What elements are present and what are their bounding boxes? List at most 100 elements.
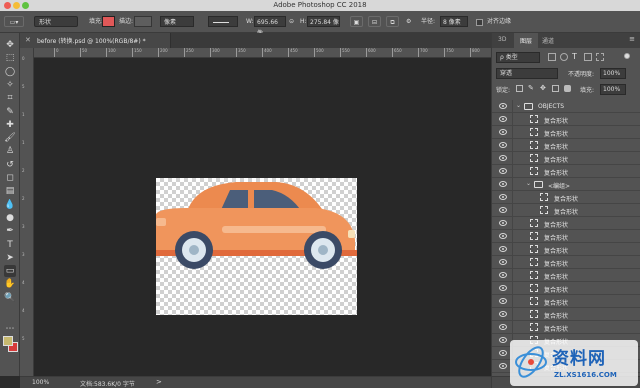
expand-chevron-icon[interactable]: ⌄ bbox=[516, 102, 521, 109]
visibility-eye-icon[interactable] bbox=[499, 103, 507, 109]
type-filter-icon[interactable]: T bbox=[572, 53, 580, 61]
fill-color-swatch[interactable] bbox=[102, 16, 115, 27]
visibility-eye-icon[interactable] bbox=[499, 155, 507, 161]
layer-row[interactable]: 复合形状 bbox=[492, 165, 640, 178]
visibility-eye-icon[interactable] bbox=[499, 142, 507, 148]
visibility-eye-icon[interactable] bbox=[499, 259, 507, 265]
visibility-eye-icon[interactable] bbox=[499, 181, 507, 187]
zoom-tool-icon[interactable]: 🔍 bbox=[4, 292, 16, 304]
visibility-eye-icon[interactable] bbox=[499, 350, 507, 356]
tab-channels[interactable]: 通道 bbox=[542, 36, 554, 45]
lock-pixels-icon[interactable]: ✎ bbox=[528, 85, 535, 92]
rectangle-tool-icon[interactable]: ▭ bbox=[4, 265, 16, 278]
tool-preset-picker[interactable]: ▭▾ bbox=[4, 16, 24, 27]
link-icon[interactable]: ⊝ bbox=[289, 16, 297, 27]
fill-opacity-field[interactable]: 100% bbox=[600, 84, 626, 95]
visibility-eye-icon[interactable] bbox=[499, 168, 507, 174]
magic-wand-tool-icon[interactable]: ✧ bbox=[4, 79, 16, 91]
visibility-eye-icon[interactable] bbox=[499, 324, 507, 330]
shape-filter-icon[interactable] bbox=[584, 53, 592, 61]
layer-group-row[interactable]: ⌄ <编组> bbox=[492, 178, 640, 191]
history-brush-tool-icon[interactable]: ↺ bbox=[4, 159, 16, 171]
layer-row[interactable]: 复合形状 bbox=[492, 204, 640, 217]
visibility-eye-icon[interactable] bbox=[499, 233, 507, 239]
layer-row[interactable]: 复合形状 bbox=[492, 230, 640, 243]
visibility-eye-icon[interactable] bbox=[499, 246, 507, 252]
layer-row[interactable]: 复合形状 bbox=[492, 321, 640, 334]
pixel-filter-icon[interactable] bbox=[548, 53, 556, 61]
align-edges-checkbox[interactable] bbox=[476, 19, 483, 26]
hand-tool-icon[interactable]: ✋ bbox=[4, 278, 16, 290]
visibility-eye-icon[interactable] bbox=[499, 337, 507, 343]
panel-menu-icon[interactable]: ≡ bbox=[629, 35, 635, 43]
visibility-eye-icon[interactable] bbox=[499, 285, 507, 291]
crop-tool-icon[interactable]: ⌗ bbox=[4, 92, 16, 104]
type-tool-icon[interactable]: T bbox=[4, 239, 16, 251]
filter-toggle-icon[interactable] bbox=[624, 53, 630, 59]
layer-kind-select[interactable]: ρ 类型 bbox=[496, 52, 540, 63]
lock-transparency-icon[interactable] bbox=[516, 85, 523, 92]
close-tab-icon[interactable]: ✕ bbox=[25, 36, 31, 44]
smart-object-filter-icon[interactable] bbox=[596, 53, 604, 61]
layer-row[interactable]: 复合形状 bbox=[492, 269, 640, 282]
brush-tool-icon[interactable]: 🖌 bbox=[4, 132, 16, 144]
layer-row[interactable]: 复合形状 bbox=[492, 113, 640, 126]
tab-layers[interactable]: 图层 bbox=[514, 33, 539, 48]
visibility-eye-icon[interactable] bbox=[499, 129, 507, 135]
layer-row[interactable]: 复合形状 bbox=[492, 139, 640, 152]
visibility-eye-icon[interactable] bbox=[499, 363, 507, 369]
blend-mode-select[interactable]: 穿透 bbox=[496, 68, 558, 79]
dodge-tool-icon[interactable]: ● bbox=[4, 212, 16, 224]
eyedropper-tool-icon[interactable]: ✎ bbox=[4, 106, 16, 118]
path-arrangement-icon[interactable]: ⧉ bbox=[386, 16, 399, 27]
marquee-tool-icon[interactable]: ⬚ bbox=[4, 52, 16, 64]
visibility-eye-icon[interactable] bbox=[499, 207, 507, 213]
status-menu-button[interactable]: > bbox=[156, 378, 162, 386]
eraser-tool-icon[interactable]: ◻ bbox=[4, 172, 16, 184]
layer-row[interactable]: 复合形状 bbox=[492, 191, 640, 204]
path-selection-tool-icon[interactable]: ➤ bbox=[4, 252, 16, 264]
move-tool-icon[interactable]: ✥ bbox=[4, 39, 16, 51]
width-field[interactable]: 695.66 像 bbox=[254, 16, 286, 37]
gradient-tool-icon[interactable]: ▤ bbox=[4, 185, 16, 197]
gear-icon[interactable]: ⚙ bbox=[406, 16, 411, 27]
layer-row[interactable]: 复合形状 bbox=[492, 152, 640, 165]
expand-chevron-icon[interactable]: ⌄ bbox=[526, 180, 531, 187]
adjustment-filter-icon[interactable] bbox=[560, 53, 568, 61]
layer-row[interactable]: 复合形状 bbox=[492, 308, 640, 321]
lock-position-icon[interactable]: ✥ bbox=[540, 85, 547, 92]
document-canvas[interactable] bbox=[156, 178, 357, 315]
opacity-field[interactable]: 100% bbox=[600, 68, 626, 79]
path-operations-icon[interactable]: ▣ bbox=[350, 16, 363, 27]
layer-row[interactable]: 复合形状 bbox=[492, 243, 640, 256]
canvas-area[interactable] bbox=[34, 58, 491, 376]
visibility-eye-icon[interactable] bbox=[499, 272, 507, 278]
visibility-eye-icon[interactable] bbox=[499, 298, 507, 304]
foreground-color-swatch[interactable] bbox=[3, 336, 13, 346]
layer-row[interactable]: 复合形状 bbox=[492, 256, 640, 269]
layer-row[interactable]: 复合形状 bbox=[492, 295, 640, 308]
stroke-width-field[interactable]: 像素 bbox=[160, 16, 194, 27]
layer-row[interactable]: 复合形状 bbox=[492, 282, 640, 295]
blur-tool-icon[interactable]: 💧 bbox=[4, 199, 16, 211]
lock-all-icon[interactable] bbox=[564, 85, 571, 92]
visibility-eye-icon[interactable] bbox=[499, 220, 507, 226]
lock-artboard-icon[interactable] bbox=[552, 85, 559, 92]
document-tab[interactable]: ✕ before (转换.psd @ 100%(RGB/8#) * bbox=[20, 33, 171, 48]
layer-row[interactable]: 复合形状 bbox=[492, 126, 640, 139]
path-alignment-icon[interactable]: ⊟ bbox=[368, 16, 381, 27]
pen-tool-icon[interactable]: ✒ bbox=[4, 225, 16, 237]
stroke-type-select[interactable] bbox=[208, 16, 238, 27]
visibility-eye-icon[interactable] bbox=[499, 116, 507, 122]
layer-group-row[interactable]: ⌄ OBJECTS bbox=[492, 100, 640, 113]
radius-field[interactable]: 8 像素 bbox=[440, 16, 468, 27]
clone-stamp-tool-icon[interactable]: ♙ bbox=[4, 145, 16, 157]
zoom-level[interactable]: 100% bbox=[32, 379, 49, 386]
visibility-eye-icon[interactable] bbox=[499, 194, 507, 200]
lasso-tool-icon[interactable]: ◯ bbox=[4, 66, 16, 78]
tab-3d[interactable]: 3D bbox=[498, 36, 506, 43]
shape-mode-select[interactable]: 形状 bbox=[34, 16, 78, 27]
stroke-color-swatch[interactable] bbox=[134, 16, 152, 27]
healing-brush-tool-icon[interactable]: ✚ bbox=[4, 119, 16, 131]
visibility-eye-icon[interactable] bbox=[499, 311, 507, 317]
